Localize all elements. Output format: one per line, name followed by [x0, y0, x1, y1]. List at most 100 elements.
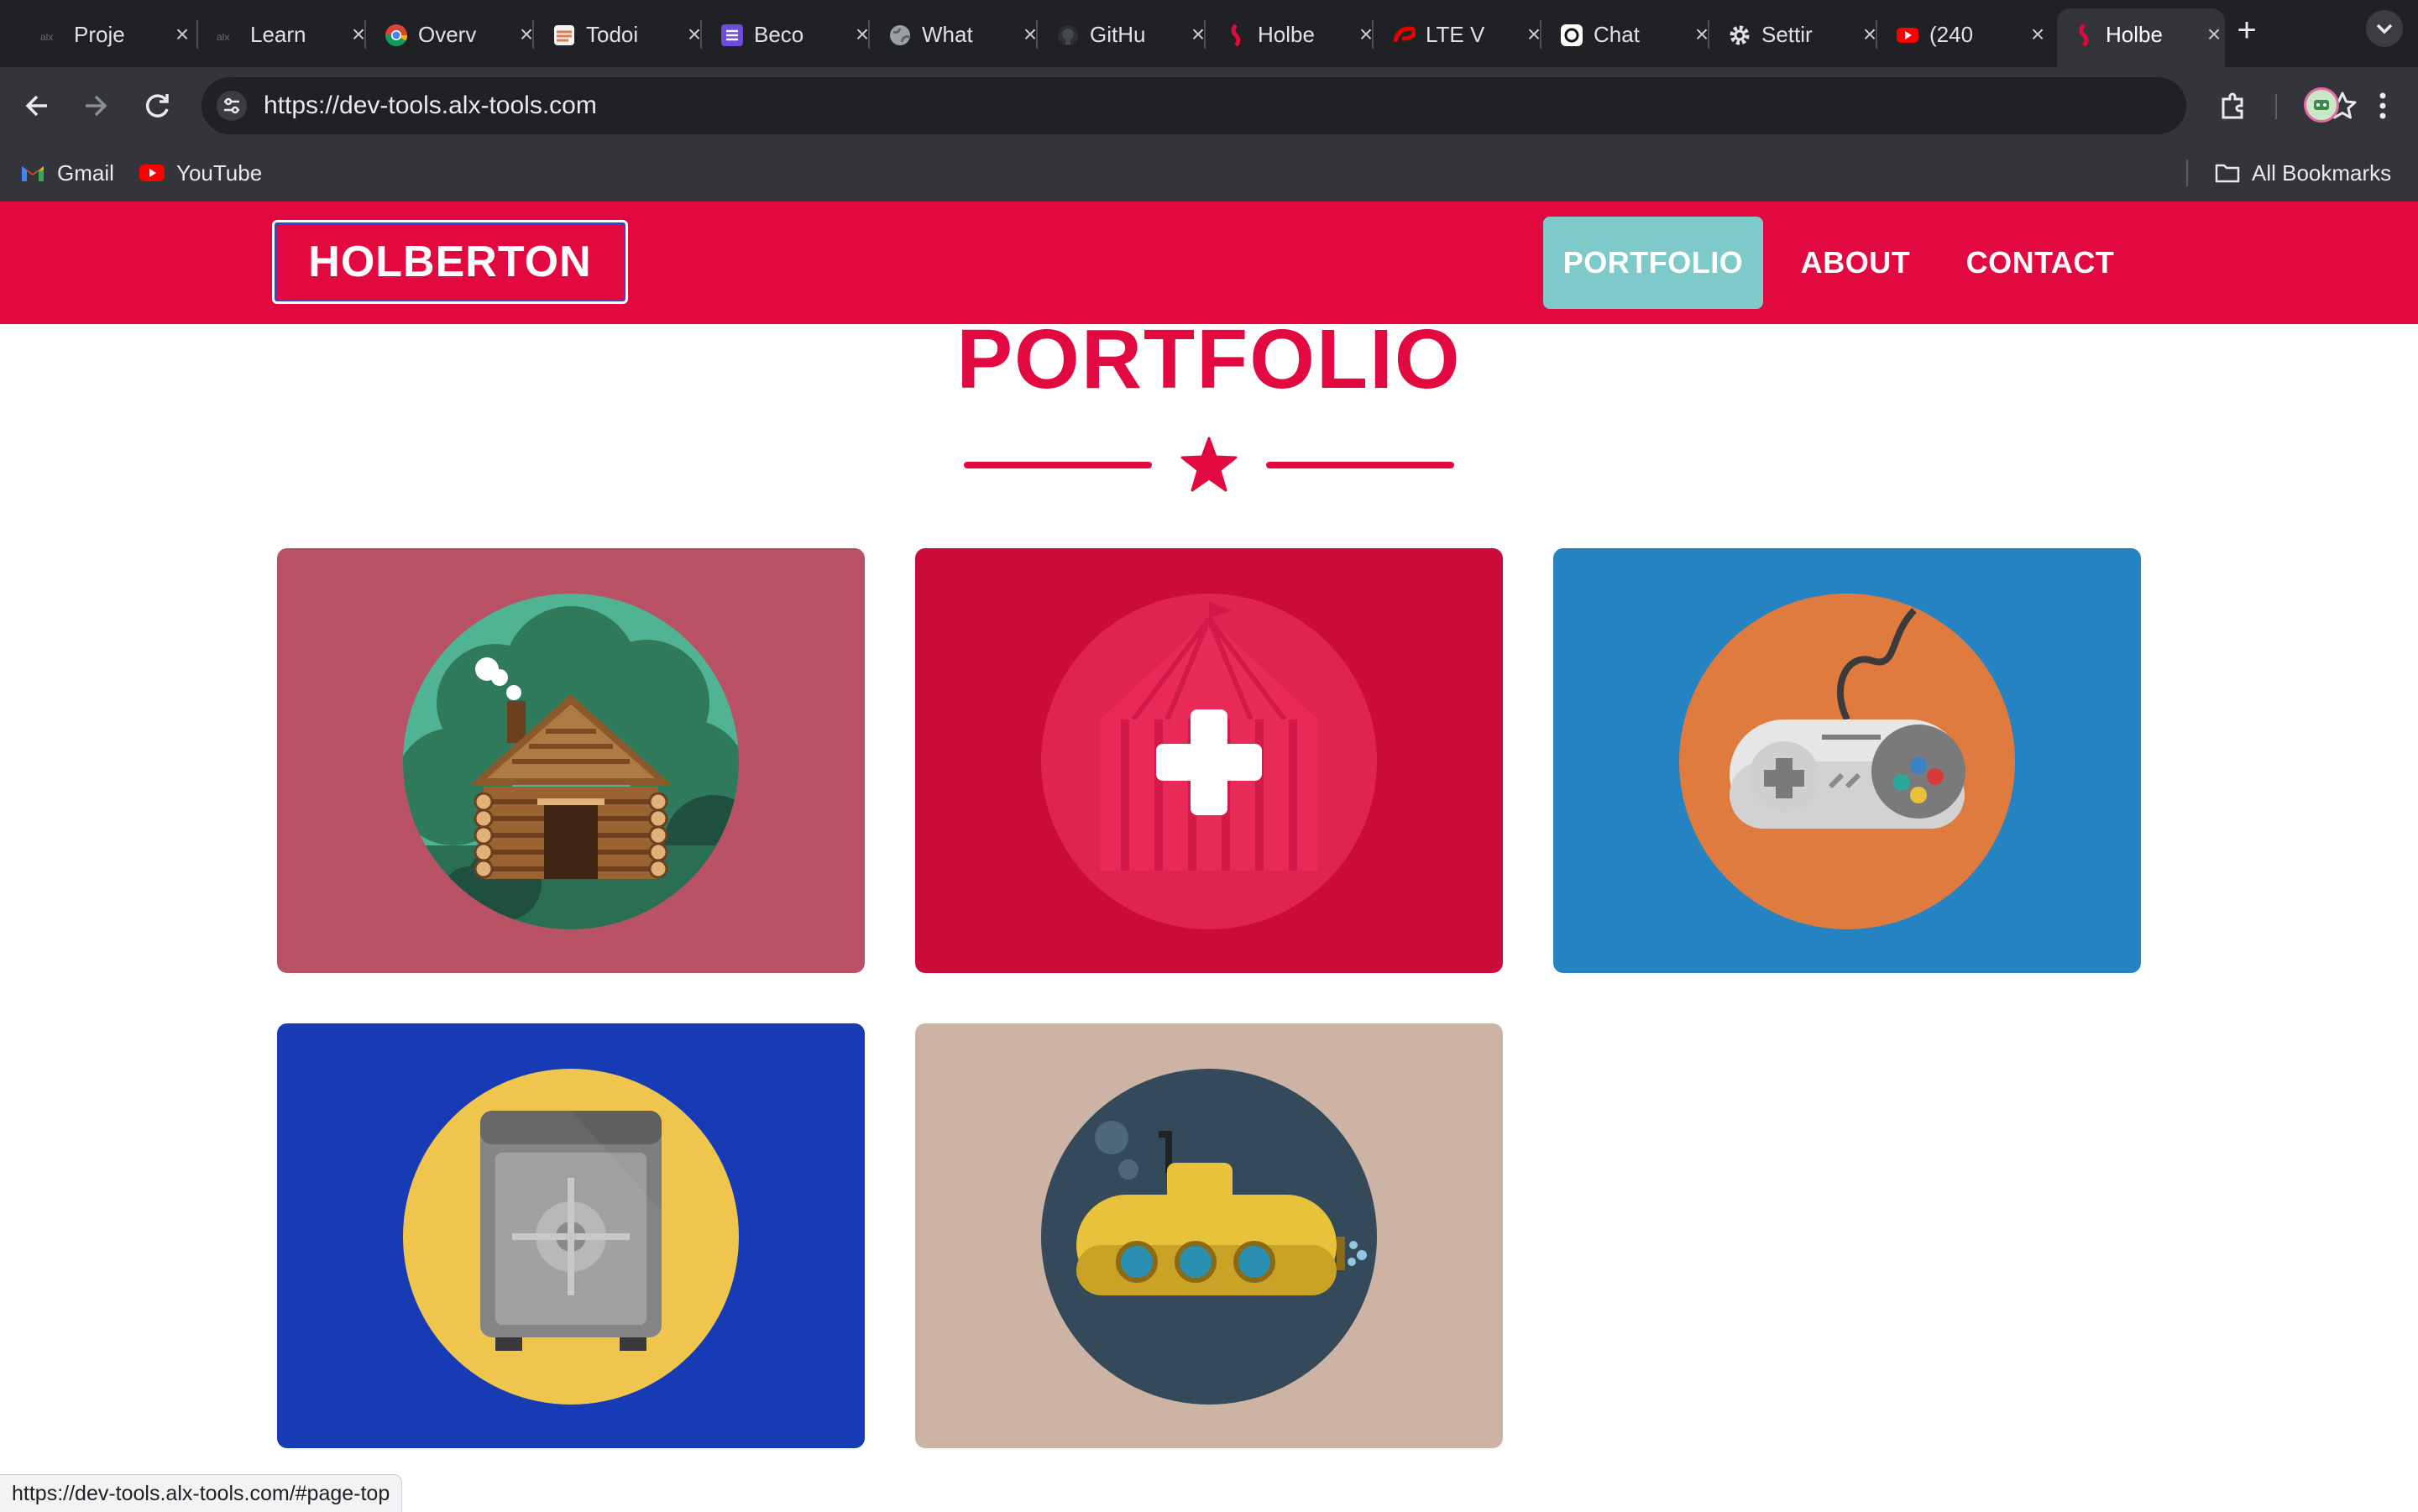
browser-tab-youtube[interactable]: (240 ×	[1881, 8, 2049, 59]
gmail-icon	[20, 163, 45, 183]
browser-tab-chatgpt[interactable]: Chat ×	[1545, 8, 1713, 59]
all-bookmarks-label: All Bookmarks	[2252, 160, 2392, 186]
portfolio-item-submarine[interactable]	[915, 1023, 1503, 1448]
youtube-icon	[139, 163, 165, 183]
plus-icon	[1041, 594, 1377, 929]
new-tab-button[interactable]: +	[2230, 13, 2264, 47]
extensions-button[interactable]	[2213, 86, 2253, 126]
tab-title: GitHu	[1090, 22, 1146, 47]
todo-icon	[552, 24, 576, 47]
tab-title: Holbe	[1258, 22, 1315, 47]
tab-title: Chat	[1594, 22, 1640, 47]
youtube-icon	[1896, 24, 1919, 47]
browser-tab-holberton-active[interactable]: Holbe ×	[2057, 8, 2225, 67]
airtel-icon	[1392, 24, 1416, 47]
browser-menu-button[interactable]	[2366, 86, 2400, 126]
list-icon	[720, 24, 744, 47]
globe-icon	[888, 24, 912, 47]
address-bar[interactable]: https://dev-tools.alx-tools.com	[202, 77, 2357, 134]
browser-tab-overview[interactable]: Overv ×	[369, 8, 537, 59]
close-icon[interactable]: ×	[348, 23, 369, 46]
more-vertical-icon	[2379, 92, 2386, 119]
tab-search-button[interactable]	[2366, 10, 2403, 47]
site-info-button[interactable]	[217, 91, 247, 121]
portfolio-item-safe[interactable]	[277, 1023, 865, 1448]
reload-button[interactable]	[138, 86, 178, 126]
site-header: HOLBERTON ME PORTFOLIO ABOUT CONTACT	[0, 201, 2418, 365]
close-icon[interactable]: ×	[516, 23, 537, 46]
toolbar-separator	[2275, 94, 2277, 119]
close-icon[interactable]: ×	[1523, 23, 1545, 46]
cabin-icon	[403, 594, 739, 929]
tab-separator	[364, 20, 366, 49]
tab-title: Beco	[754, 22, 804, 47]
svg-text:alx: alx	[217, 31, 229, 43]
tab-title: Todoi	[586, 22, 639, 47]
tab-title: What	[922, 22, 973, 47]
browser-tab-lte[interactable]: LTE V ×	[1377, 8, 1545, 59]
browser-toolbar: https://dev-tools.alx-tools.com	[0, 67, 2418, 144]
divider-line-left	[964, 462, 1152, 468]
close-icon[interactable]: ×	[1019, 23, 1041, 46]
forward-button[interactable]	[76, 86, 116, 126]
tab-title: Holbe	[2106, 22, 2163, 47]
puzzle-icon	[2222, 92, 2243, 119]
close-icon[interactable]: ×	[851, 23, 873, 46]
close-icon[interactable]: ×	[1187, 23, 1209, 46]
chevron-down-icon	[2376, 24, 2393, 34]
tab-title: Proje	[74, 22, 125, 47]
url-text[interactable]: https://dev-tools.alx-tools.com	[264, 89, 597, 123]
chrome-icon	[385, 24, 408, 47]
profile-avatar[interactable]	[2304, 87, 2339, 123]
back-button[interactable]	[17, 86, 57, 126]
bookmark-label: Gmail	[57, 160, 114, 186]
browser-tab-alx-learn[interactable]: alx Learn ×	[202, 8, 369, 59]
folder-icon	[2215, 163, 2240, 183]
tune-icon	[224, 97, 239, 114]
browser-tab-todoist[interactable]: Todoi ×	[537, 8, 705, 59]
portfolio-item-game[interactable]	[1553, 548, 2141, 973]
nav-about-link[interactable]: ABOUT	[1788, 217, 1923, 309]
close-icon[interactable]: ×	[1859, 23, 1881, 46]
close-icon[interactable]: ×	[1355, 23, 1377, 46]
holberton-icon	[1224, 24, 1248, 47]
browser-tab-what[interactable]: What ×	[873, 8, 1041, 59]
avatar-icon	[2314, 100, 2329, 110]
portfolio-item-circus[interactable]	[915, 548, 1503, 973]
close-icon[interactable]: ×	[1691, 23, 1713, 46]
browser-tab-holberton[interactable]: Holbe ×	[1209, 8, 1377, 59]
holberton-icon	[2072, 24, 2096, 47]
star-icon	[1180, 437, 1238, 494]
github-icon	[1056, 24, 1080, 47]
arrow-right-icon	[86, 95, 107, 117]
portfolio-item-cabin[interactable]	[277, 548, 865, 973]
close-icon[interactable]: ×	[171, 23, 193, 46]
arrow-left-icon	[25, 95, 47, 117]
tab-separator	[532, 20, 534, 49]
browser-tab-github[interactable]: GitHu ×	[1041, 8, 1209, 59]
tab-title: LTE V	[1426, 22, 1485, 47]
tab-separator	[1036, 20, 1038, 49]
tab-separator	[868, 20, 870, 49]
svg-text:alx: alx	[40, 31, 53, 43]
safe-icon	[403, 1069, 739, 1405]
nav-portfolio-link[interactable]: PORTFOLIO	[1543, 217, 1763, 309]
bookmark-label: YouTube	[176, 160, 263, 186]
tab-separator	[700, 20, 702, 49]
tab-separator	[1372, 20, 1374, 49]
tab-title: Learn	[250, 22, 306, 47]
browser-tab-become[interactable]: Beco ×	[705, 8, 873, 59]
game-controller-icon	[1679, 594, 2015, 929]
status-bar-url: https://dev-tools.alx-tools.com/#page-to…	[0, 1474, 403, 1512]
tab-separator	[1204, 20, 1206, 49]
browser-tab-alx-project[interactable]: alx Proje ×	[25, 8, 193, 59]
site-brand-link[interactable]: HOLBERTON ME	[272, 220, 628, 365]
browser-tab-settings[interactable]: Settir ×	[1713, 8, 1881, 59]
tab-title: Overv	[418, 22, 477, 47]
alx-favicon-icon: alx	[40, 24, 64, 47]
bookmarks-bar: Gmail YouTube All Bookmarks	[0, 144, 2418, 202]
close-icon[interactable]: ×	[2027, 23, 2049, 46]
close-icon[interactable]: ×	[683, 23, 705, 46]
nav-contact-link[interactable]: CONTACT	[1956, 217, 2124, 309]
close-icon[interactable]: ×	[2203, 23, 2225, 46]
